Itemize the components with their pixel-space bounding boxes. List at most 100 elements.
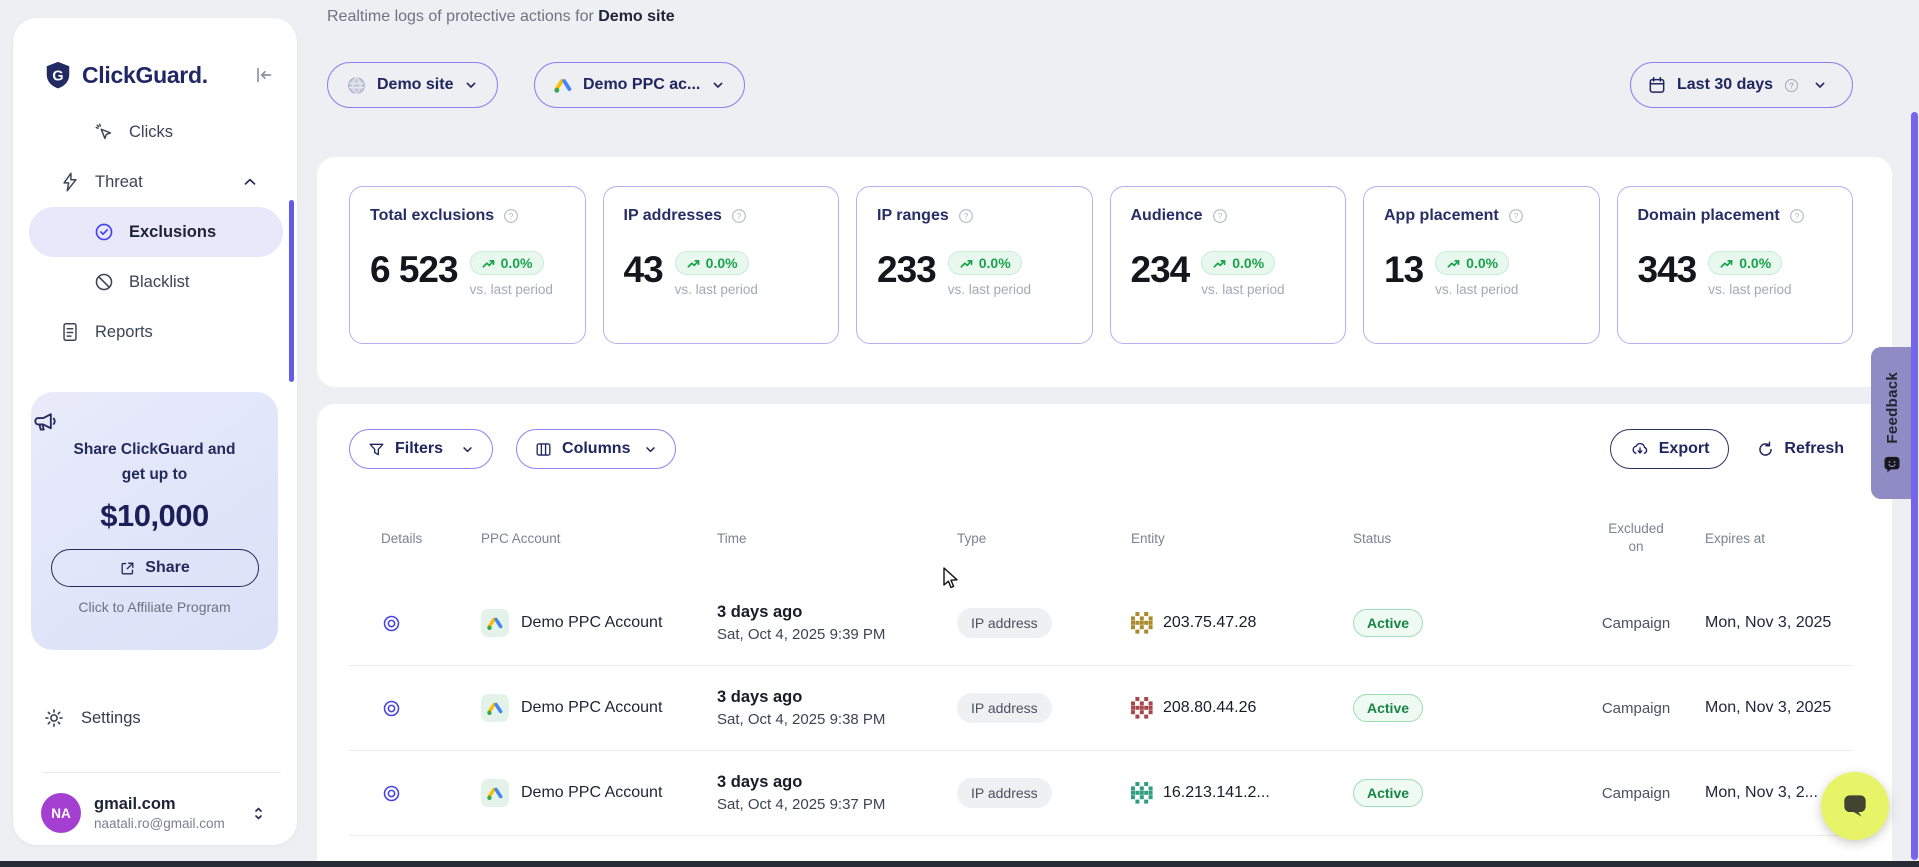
- time-relative: 3 days ago: [717, 773, 802, 792]
- status-badge: Active: [1353, 779, 1423, 807]
- google-ads-icon: [553, 75, 573, 95]
- table-toolbar: Filters Columns Export Refresh: [317, 404, 1892, 469]
- trend-up-icon: [959, 256, 974, 271]
- collapse-sidebar-icon[interactable]: [253, 64, 275, 86]
- svg-text:G: G: [52, 68, 63, 84]
- view-details-icon[interactable]: [381, 698, 402, 719]
- svg-text:?: ?: [1217, 212, 1222, 221]
- entity-identicon: [1131, 612, 1153, 634]
- stat-label: IP addresses: [624, 207, 722, 225]
- stat-sub: vs. last period: [1708, 282, 1791, 297]
- avatar: NA: [41, 793, 81, 833]
- chevron-down-icon: [710, 77, 726, 93]
- sidebar-item-settings[interactable]: Settings: [43, 700, 141, 736]
- trend-up-icon: [1446, 256, 1461, 271]
- user-account[interactable]: NA gmail.com naatali.ro@gmail.com: [41, 785, 279, 841]
- export-label: Export: [1659, 440, 1710, 458]
- col-header-time: Time: [717, 495, 957, 581]
- help-circle-icon[interactable]: ?: [730, 207, 748, 225]
- view-details-icon[interactable]: [381, 783, 402, 804]
- help-circle-icon[interactable]: ?: [502, 207, 520, 225]
- help-circle-icon[interactable]: ?: [1788, 207, 1806, 225]
- date-range-selector[interactable]: Last 30 days ?: [1630, 62, 1853, 108]
- sidebar-scrollbar[interactable]: [289, 200, 294, 382]
- sidebar-item-reports[interactable]: Reports: [29, 307, 283, 357]
- stat-sub: vs. last period: [1435, 282, 1518, 297]
- help-circle-icon[interactable]: ?: [1507, 207, 1525, 225]
- time-absolute: Sat, Oct 4, 2025 9:39 PM: [717, 626, 885, 643]
- affiliate-link[interactable]: Click to Affiliate Program: [31, 599, 278, 615]
- svg-text:?: ?: [737, 212, 742, 221]
- feedback-label: Feedback: [1884, 372, 1901, 444]
- refresh-label: Refresh: [1784, 440, 1844, 458]
- export-button[interactable]: Export: [1610, 429, 1730, 469]
- stat-card-ip-ranges: IP ranges? 233 0.0% vs. last period: [856, 186, 1093, 344]
- refresh-button[interactable]: Refresh: [1756, 440, 1844, 459]
- sidebar-item-blacklist[interactable]: Blacklist: [29, 257, 283, 307]
- google-ads-icon: [481, 779, 509, 807]
- svg-text:?: ?: [1794, 212, 1799, 221]
- ppc-account-selector[interactable]: Demo PPC ac...: [534, 62, 745, 108]
- chat-launcher-button[interactable]: [1821, 772, 1889, 840]
- help-circle-icon[interactable]: ?: [1783, 77, 1800, 94]
- page-scrollbar[interactable]: [1911, 112, 1918, 860]
- col-header-excluded-on: Excluded on: [1577, 495, 1695, 581]
- col-header-expires-at: Expires at: [1695, 495, 1853, 581]
- feedback-tab[interactable]: Feedback: [1871, 347, 1913, 499]
- stat-card-app-placement: App placement? 13 0.0% vs. last period: [1363, 186, 1600, 344]
- help-circle-icon[interactable]: ?: [1211, 207, 1229, 225]
- site-selector[interactable]: Demo site: [327, 62, 498, 108]
- time-relative: 3 days ago: [717, 688, 802, 707]
- share-button[interactable]: Share: [51, 549, 259, 587]
- col-header-type: Type: [957, 495, 1131, 581]
- time-absolute: Sat, Oct 4, 2025 9:37 PM: [717, 796, 885, 813]
- entity-value: 16.213.141.2...: [1163, 784, 1270, 802]
- promo-line-1: Share ClickGuard and: [31, 437, 278, 462]
- stat-delta-badge: 0.0%: [1201, 251, 1275, 275]
- stat-sub: vs. last period: [1201, 282, 1284, 297]
- chevron-down-icon: [460, 442, 475, 457]
- screen: G ClickGuard. Clicks Threat: [0, 0, 1919, 867]
- sidebar-item-exclusions[interactable]: Exclusions: [29, 207, 283, 257]
- logs-table: Details PPC Account Time Type Entity Sta…: [349, 495, 1853, 867]
- logo-row: G ClickGuard.: [43, 60, 275, 90]
- stat-delta-badge: 0.0%: [1435, 251, 1509, 275]
- chat-bubble-icon: [1839, 790, 1871, 822]
- globe-icon: [346, 75, 367, 96]
- sidebar-item-label: Reports: [95, 323, 153, 342]
- cloud-download-icon: [1630, 439, 1650, 459]
- logs-panel: Filters Columns Export Refresh: [317, 404, 1892, 867]
- excluded-on-value: Campaign: [1577, 666, 1695, 751]
- expires-at-value: Mon, Nov 3, 2025: [1695, 581, 1853, 666]
- stat-delta-badge: 0.0%: [1708, 251, 1782, 275]
- excluded-on-value: Campaign: [1577, 581, 1695, 666]
- stat-delta-badge: 0.0%: [948, 251, 1022, 275]
- stat-label: Total exclusions: [370, 207, 494, 225]
- stat-value: 43: [624, 250, 663, 290]
- sidebar: G ClickGuard. Clicks Threat: [13, 18, 297, 845]
- settings-label: Settings: [81, 709, 141, 728]
- entity-value: 208.80.44.26: [1163, 699, 1256, 717]
- svg-text:?: ?: [1513, 212, 1518, 221]
- sidebar-item-threat[interactable]: Threat: [29, 157, 283, 207]
- filters-button[interactable]: Filters: [349, 429, 493, 469]
- sidebar-item-clicks[interactable]: Clicks: [29, 107, 283, 157]
- stat-value: 6 523: [370, 250, 458, 290]
- chevron-down-icon: [643, 442, 658, 457]
- subtitle-site-name: Demo site: [598, 8, 674, 25]
- date-range-value: Last 30 days: [1677, 76, 1773, 94]
- col-header-details: Details: [349, 495, 481, 581]
- brand-name: ClickGuard.: [82, 62, 208, 89]
- clickguard-logo-icon: G: [43, 60, 73, 90]
- calendar-icon: [1647, 75, 1667, 95]
- stat-card-total-exclusions: Total exclusions? 6 523 0.0% vs. last pe…: [349, 186, 586, 344]
- columns-label: Columns: [562, 440, 630, 458]
- trend-up-icon: [481, 256, 496, 271]
- columns-button[interactable]: Columns: [516, 429, 676, 469]
- view-details-icon[interactable]: [381, 613, 402, 634]
- col-header-status: Status: [1353, 495, 1577, 581]
- promo-amount: $10,000: [31, 498, 278, 534]
- sidebar-item-label: Blacklist: [129, 273, 190, 292]
- help-circle-icon[interactable]: ?: [957, 207, 975, 225]
- ppc-account-name: Demo PPC Account: [521, 699, 662, 717]
